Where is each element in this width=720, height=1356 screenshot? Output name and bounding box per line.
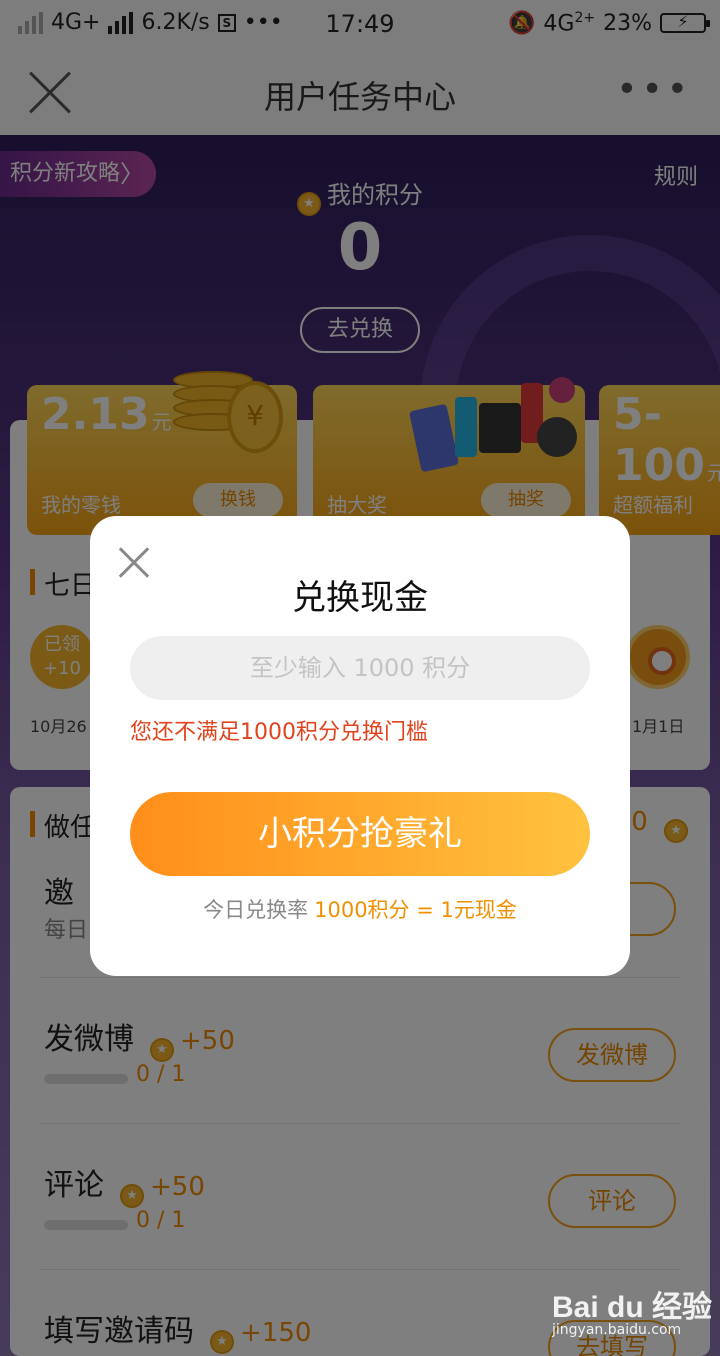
- watermark-url: jingyan.baidu.com: [552, 1322, 682, 1338]
- watermark-logo: Bai du 经验: [552, 1291, 713, 1324]
- points-amount-input[interactable]: [130, 636, 590, 700]
- grab-gift-button[interactable]: 小积分抢豪礼: [130, 792, 590, 876]
- exchange-rate: 今日兑换率 1000积分 = 1元现金: [203, 898, 517, 922]
- exchange-cash-dialog: 兑换现金 您还不满足1000积分兑换门槛 小积分抢豪礼 今日兑换率1000积分 …: [90, 516, 630, 976]
- error-message: 您还不满足1000积分兑换门槛: [130, 720, 428, 745]
- dialog-title: 兑换现金: [292, 578, 428, 618]
- baidu-jingyan-watermark: Bai du 经验 jingyan.baidu.com: [552, 1278, 712, 1344]
